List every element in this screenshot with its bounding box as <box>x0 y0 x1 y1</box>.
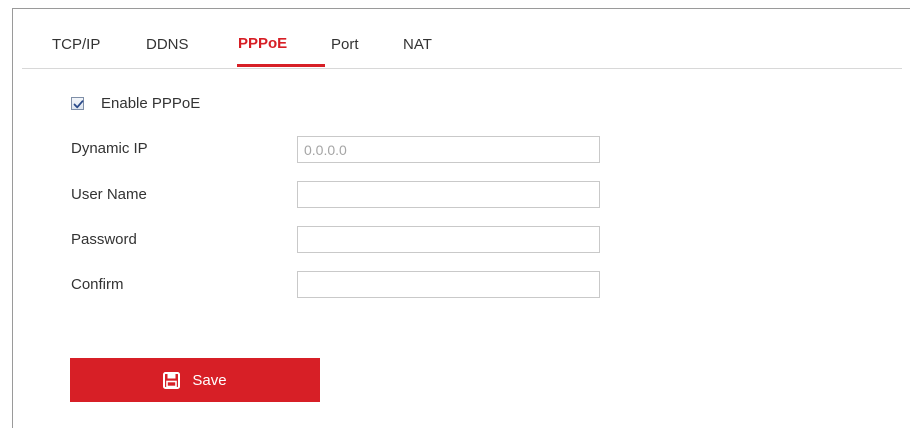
checkmark-icon <box>73 100 84 109</box>
dynamic-ip-label: Dynamic IP <box>71 140 148 157</box>
tab-ddns[interactable]: DDNS <box>146 36 189 53</box>
user-name-label: User Name <box>71 186 147 203</box>
tab-port[interactable]: Port <box>331 36 359 53</box>
tab-nat[interactable]: NAT <box>403 36 432 53</box>
active-tab-indicator <box>237 64 325 67</box>
tab-pppoe[interactable]: PPPoE <box>238 35 287 52</box>
enable-pppoe-checkbox[interactable] <box>71 97 84 110</box>
confirm-label: Confirm <box>71 276 124 293</box>
tab-tcpip[interactable]: TCP/IP <box>52 36 100 53</box>
tab-bar: TCP/IP DDNS PPPoE Port NAT <box>22 22 902 69</box>
password-field[interactable] <box>297 226 600 253</box>
save-button-label: Save <box>192 371 227 389</box>
save-button[interactable]: Save <box>70 358 320 402</box>
password-label: Password <box>71 231 137 248</box>
user-name-field[interactable] <box>297 181 600 208</box>
enable-pppoe-label: Enable PPPoE <box>101 95 201 112</box>
confirm-password-field[interactable] <box>297 271 600 298</box>
floppy-disk-icon <box>163 371 181 389</box>
dynamic-ip-field <box>297 136 600 163</box>
